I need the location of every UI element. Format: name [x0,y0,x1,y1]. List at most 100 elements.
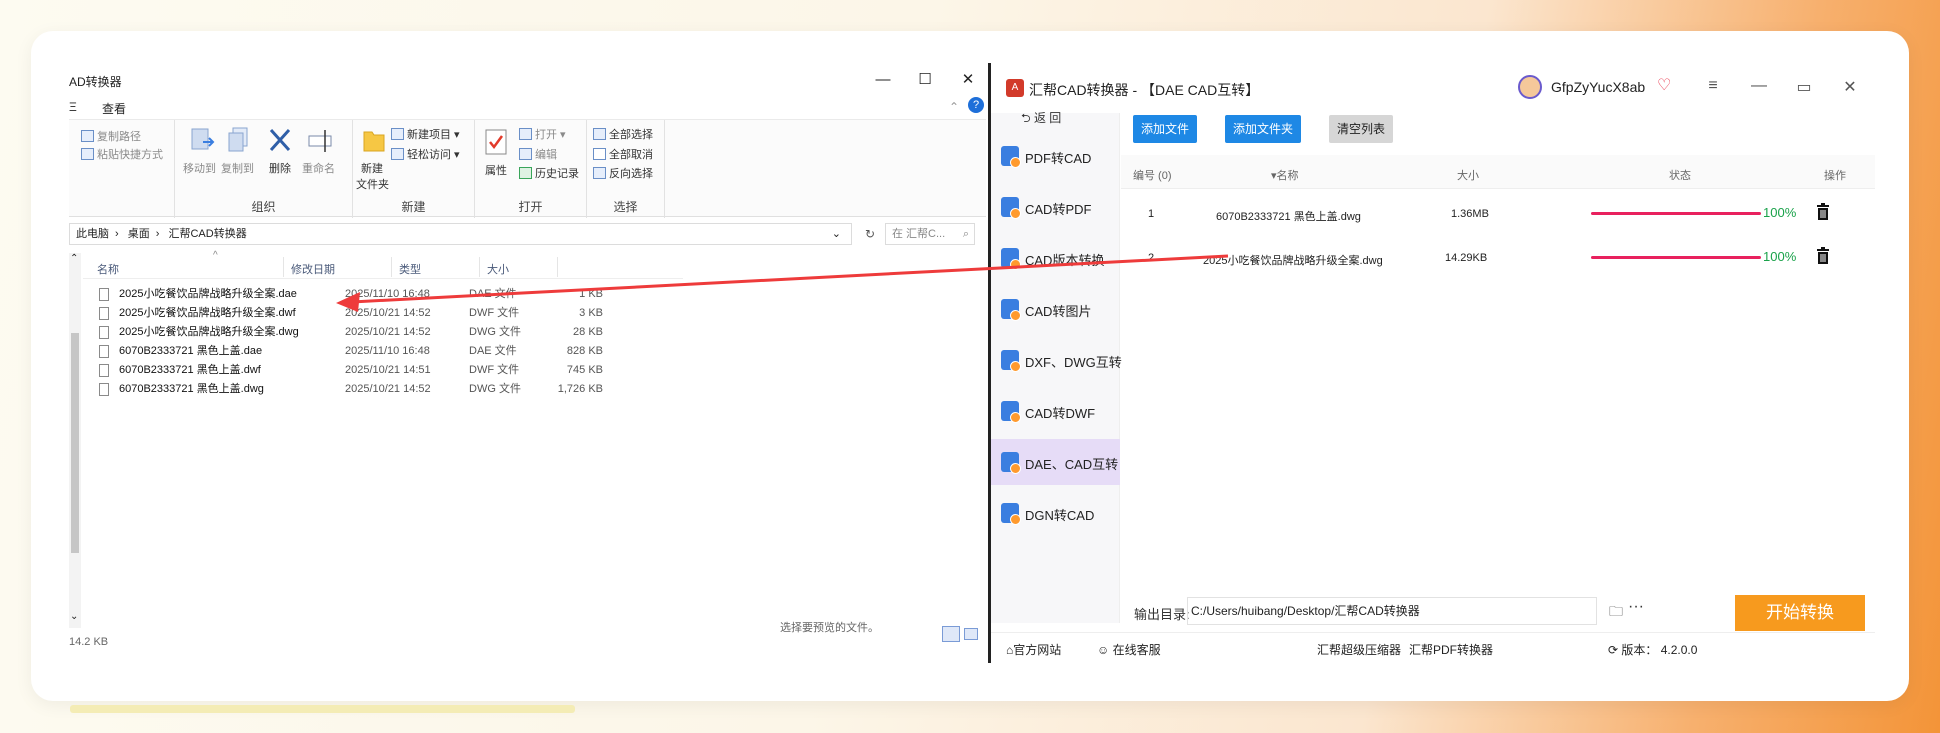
column-divider[interactable] [283,257,284,277]
file-type: DWF 文件 [469,364,520,376]
column-name[interactable]: 名称 [97,261,119,277]
new-item-button[interactable]: 新建项目 ▾ [391,126,460,142]
sort-up-icon: ^ [213,250,218,261]
start-convert-button[interactable]: 开始转换 [1735,595,1865,631]
new-folder-label-2[interactable]: 文件夹 [356,176,389,192]
chevron-down-icon[interactable]: ⌄ [832,224,841,244]
scroll-down-icon[interactable]: ⌄ [70,611,78,622]
rename-button[interactable]: 重命名 [302,160,335,176]
avatar[interactable] [1518,75,1542,99]
more-icon[interactable]: ··· [1628,598,1644,616]
move-to-icon [189,126,215,154]
trash-icon[interactable] [1816,203,1830,220]
file-date: 2025/11/10 16:48 [345,345,430,357]
tab-view[interactable]: 查看 [102,100,126,117]
vip-diamond-icon[interactable]: ♡ [1657,75,1671,95]
username[interactable]: GfpZyYucX8ab [1551,79,1645,95]
collapse-ribbon-icon[interactable]: ⌃ [949,100,959,114]
minimize-button[interactable]: — [1747,77,1771,95]
file-row[interactable]: 2025小吃餐饮品牌战略升级全案.dae 2025/11/10 16:48 DA… [83,285,683,304]
table-row[interactable]: 2 2025小吃餐饮品牌战略升级全案.dwg 14.29KB 100% [1121,235,1875,279]
pdf-icon [1001,146,1021,168]
taskbar-strip [70,705,575,713]
file-size: 745 KB [566,364,603,376]
properties-button[interactable]: 属性 [485,162,507,178]
ribbon: 复制路径 粘贴快捷方式 移动到 复制到 删除 重命名 组织 新建 文件夹 新建项… [69,119,986,218]
progress-bar [1591,212,1761,215]
tab-partial[interactable]: Ξ [69,100,77,114]
scroll-up-icon[interactable]: ⌃ [70,253,78,264]
output-path-field[interactable]: C:/Users/huibang/Desktop/汇帮CAD转换器 [1187,597,1597,625]
column-divider[interactable] [557,257,558,277]
close-button[interactable]: ✕ [954,69,982,91]
file-date: 2025/11/10 16:48 [345,288,430,300]
search-input[interactable]: 在 汇帮C... ⌕ [885,223,975,245]
column-date[interactable]: 修改日期 [291,261,335,277]
open-button[interactable]: 打开 ▾ [519,126,566,142]
file-row[interactable]: 2025小吃餐饮品牌战略升级全案.dwf 2025/10/21 14:52 DW… [83,304,683,323]
file-row[interactable]: 6070B2333721 黑色上盖.dwf 2025/10/21 14:51 D… [83,361,683,380]
column-type[interactable]: 类型 [399,261,421,277]
official-site-link[interactable]: ⌂官方网站 [1006,641,1061,658]
breadcrumb-folder[interactable]: 汇帮CAD转换器 [168,228,246,240]
refresh-icon[interactable]: ↻ [859,223,881,245]
column-size[interactable]: 大小 [487,261,509,277]
maximize-button[interactable]: ☐ [911,69,939,91]
history-button[interactable]: 历史记录 [519,165,579,181]
file-row[interactable]: 6070B2333721 黑色上盖.dae 2025/11/10 16:48 D… [83,342,683,361]
easy-access-button[interactable]: 轻松访问 ▾ [391,146,460,162]
maximize-button[interactable]: ▭ [1792,77,1816,97]
online-service-link[interactable]: ☺ 在线客服 [1097,641,1161,658]
sidebar-item-cad-to-image[interactable]: CAD转图片 [991,286,1120,332]
sidebar-item-dae-cad[interactable]: DAE、CAD互转 [991,439,1120,485]
invert-selection-button[interactable]: 反向选择 [593,165,653,181]
compressor-link[interactable]: 汇帮超级压缩器 [1317,641,1401,658]
minimize-button[interactable]: — [869,69,897,91]
file-row[interactable]: 2025小吃餐饮品牌战略升级全案.dwg 2025/10/21 14:52 DW… [83,323,683,342]
sidebar-item-cad-to-dwf[interactable]: CAD转DWF [991,388,1120,434]
select-group: 全部选择 全部取消 反向选择 选择 [587,120,665,218]
breadcrumb[interactable]: 此电脑 › 桌面 › 汇帮CAD转换器 ⌄ [69,223,852,245]
delete-button[interactable]: 删除 [269,160,291,176]
sidebar-item-dxf-dwg[interactable]: DXF、DWG互转 [991,337,1122,383]
menu-icon[interactable]: ≡ [1701,77,1725,95]
file-icon [99,288,109,301]
cad-icon [1001,503,1021,525]
header-name[interactable]: ▾名称 [1271,167,1299,183]
copy-to-button[interactable]: 复制到 [221,160,254,176]
add-file-button[interactable]: 添加文件 [1133,115,1198,143]
tiles-view-button[interactable] [964,628,978,640]
select-all-button[interactable]: 全部选择 [593,126,653,142]
copy-path-button[interactable]: 复制路径 [81,128,141,144]
file-date: 2025/10/21 14:52 [345,307,431,319]
sidebar-item-cad-to-pdf[interactable]: CAD转PDF [991,184,1120,230]
help-icon[interactable]: ? [968,97,984,113]
close-button[interactable]: ✕ [1838,77,1862,97]
sidebar-item-dgn-to-cad[interactable]: DGN转CAD [991,490,1120,536]
breadcrumb-desktop[interactable]: 桌面 [128,228,150,240]
edit-button[interactable]: 编辑 [519,146,557,162]
pdf-converter-link[interactable]: 汇帮PDF转换器 [1409,641,1493,658]
breadcrumb-this-pc[interactable]: 此电脑 [76,228,109,240]
scrollbar-thumb[interactable] [71,333,79,553]
paste-shortcut-button[interactable]: 粘贴快捷方式 [81,146,163,162]
clear-list-button[interactable]: 清空列表 [1329,115,1394,143]
trash-icon[interactable] [1816,247,1830,264]
status-bar-text: 14.2 KB [69,636,109,648]
table-row[interactable]: 1 6070B2333721 黑色上盖.dwg 1.36MB 100% [1121,191,1875,235]
file-name: 2025小吃餐饮品牌战略升级全案.dwg [119,326,299,338]
scrollbar[interactable]: ⌃ ⌄ [69,253,81,628]
new-folder-label-1[interactable]: 新建 [361,160,383,176]
column-divider[interactable] [479,257,480,277]
details-view-button[interactable] [942,626,960,642]
add-folder-button[interactable]: 添加文件夹 [1225,115,1302,143]
folder-open-icon[interactable]: 🗀 [1609,601,1623,625]
select-none-button[interactable]: 全部取消 [593,146,653,162]
sidebar-item-cad-version[interactable]: CAD版本转换 [991,235,1120,281]
file-row[interactable]: 6070B2333721 黑色上盖.dwg 2025/10/21 14:52 D… [83,380,683,399]
move-to-button[interactable]: 移动到 [183,160,216,176]
column-divider[interactable] [391,257,392,277]
sidebar-item-pdf-to-cad[interactable]: PDF转CAD [991,133,1120,179]
file-type: DAE 文件 [469,288,517,300]
back-button[interactable]: ⮌ 返 回 [1021,109,1061,130]
